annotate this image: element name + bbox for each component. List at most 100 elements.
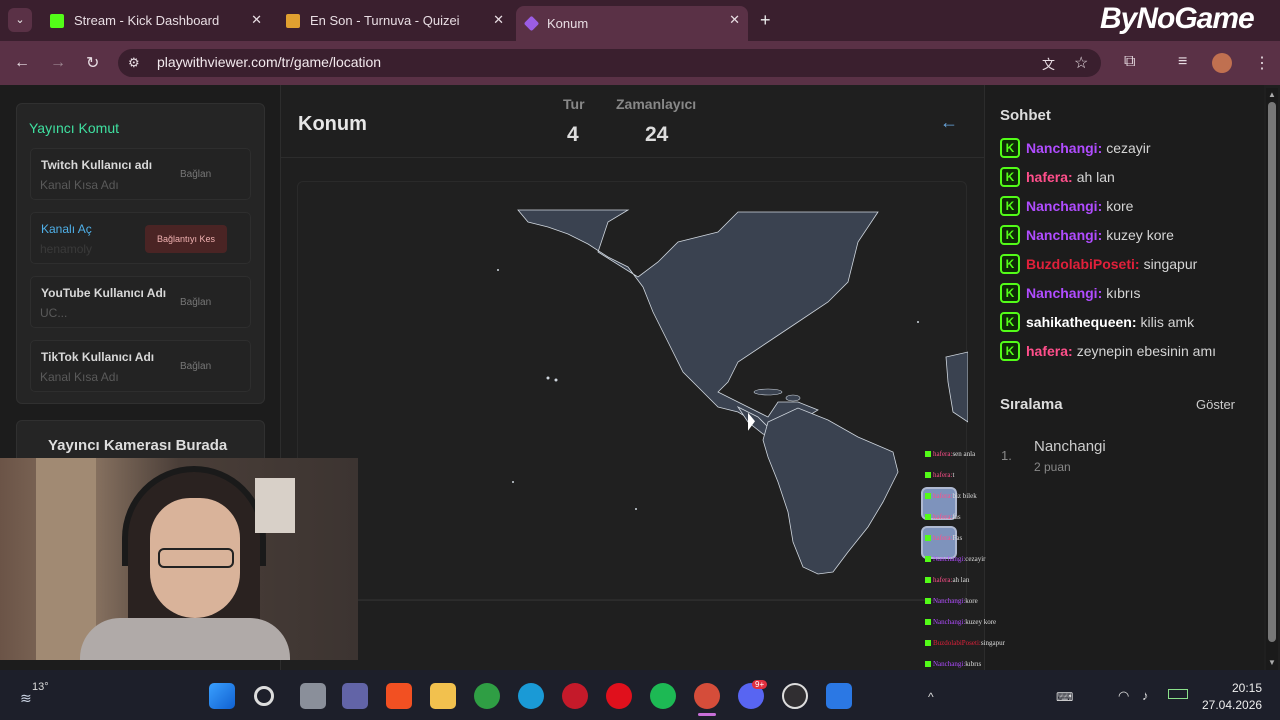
hawaii-island	[554, 378, 558, 382]
keyboard-icon[interactable]: ⌨	[1056, 690, 1073, 704]
hispaniola-shape	[785, 394, 801, 402]
overlay-chat-line: hafera: biz bilek	[925, 490, 977, 502]
chat-text: kuzey kore	[1106, 227, 1174, 243]
file-explorer-icon[interactable]	[430, 683, 456, 709]
chat-username[interactable]: BuzdolabiPoseti:	[1026, 256, 1140, 272]
tiktok-connect-button[interactable]: Bağlan	[180, 361, 211, 372]
page-scrollbar[interactable]: ▲ ▼	[1266, 88, 1278, 670]
ranking-show-button[interactable]: Göster	[1196, 397, 1235, 412]
kick-badge-icon	[925, 619, 931, 625]
chat-text: singapur	[1143, 256, 1198, 272]
new-tab-button[interactable]: +	[760, 10, 771, 31]
streamer-camera-title: Yayıncı Kamerası Burada	[48, 437, 228, 454]
chat-text: cezayir	[1106, 140, 1151, 156]
weather-icon[interactable]: ≋	[20, 690, 32, 707]
overlay-username: hafera:	[933, 534, 953, 542]
twitch-connect-button[interactable]: Bağlan	[180, 169, 211, 180]
tab-list-dropdown[interactable]: ⌄	[8, 8, 32, 32]
chat-username[interactable]: Nanchangi:	[1026, 285, 1102, 301]
media-controls-icon[interactable]: ≡	[1178, 53, 1187, 71]
clock-time[interactable]: 20:15	[1232, 681, 1262, 695]
weather-temp[interactable]: 13°	[32, 681, 49, 693]
tab-konum[interactable]: Konum ✕	[516, 6, 748, 41]
extensions-icon[interactable]: ⧉	[1124, 53, 1135, 71]
person-shirt	[80, 618, 290, 660]
url-text: playwithviewer.com/tr/game/location	[157, 54, 382, 70]
kick-badge-icon: K	[1000, 254, 1020, 274]
chat-username[interactable]: Nanchangi:	[1026, 227, 1102, 243]
tab-quizei[interactable]: En Son - Turnuva - Quizei ✕	[276, 6, 512, 35]
disconnect-button[interactable]: Bağlantıyı Kes	[145, 225, 227, 253]
streamer-command-title: Yayıncı Komut	[29, 120, 120, 136]
volume-icon[interactable]: ♪	[1142, 688, 1149, 703]
overlay-chat-line: Nanchangi: kıbrıs	[925, 658, 981, 670]
obs-icon[interactable]	[782, 683, 808, 709]
twitch-connect-item: Twitch Kullanıcı adı Kanal Kısa Adı Bağl…	[30, 148, 251, 200]
start-icon[interactable]	[209, 683, 235, 709]
reload-icon[interactable]: ↻	[86, 53, 99, 73]
close-tab-icon[interactable]: ✕	[251, 12, 262, 28]
scroll-up-arrow[interactable]: ▲	[1268, 90, 1276, 99]
overlay-chat-line: hafera: fas	[925, 511, 961, 523]
kick-badge-icon	[925, 661, 931, 667]
menu-kebab-icon[interactable]: ⋮	[1254, 53, 1270, 73]
close-tab-icon[interactable]: ✕	[729, 12, 740, 28]
chat-username[interactable]: hafera:	[1026, 169, 1073, 185]
world-map[interactable]	[298, 182, 968, 601]
overlay-text: ah lan	[952, 576, 970, 584]
site-info-icon[interactable]: ⚙	[128, 55, 140, 71]
task-view-icon[interactable]	[300, 683, 326, 709]
back-icon[interactable]: ←	[14, 54, 30, 72]
overlay-text: biz bilek	[952, 492, 977, 500]
opera-icon[interactable]	[606, 683, 632, 709]
chrome-icon[interactable]	[474, 683, 500, 709]
scroll-down-arrow[interactable]: ▼	[1268, 658, 1276, 667]
kick-badge-icon	[925, 535, 931, 541]
close-tab-icon[interactable]: ✕	[493, 12, 504, 28]
map-container[interactable]	[297, 181, 968, 601]
media-player-icon[interactable]	[562, 683, 588, 709]
chat-username[interactable]: sahikathequeen:	[1026, 314, 1136, 330]
youtube-channel-input[interactable]: UC...	[40, 306, 67, 320]
twitch-channel-input[interactable]: Kanal Kısa Adı	[40, 178, 119, 192]
app-icon[interactable]	[826, 683, 852, 709]
chat-username[interactable]: Nanchangi:	[1026, 198, 1102, 214]
bookmark-star-icon[interactable]: ☆	[1074, 53, 1088, 73]
scrollbar-thumb[interactable]	[1268, 102, 1276, 642]
kick-label: Kanalı Aç	[41, 222, 92, 236]
kick-badge-icon	[925, 598, 931, 604]
tiktok-connect-item: TikTok Kullanıcı Adı Kanal Kısa Adı Bağl…	[30, 340, 251, 392]
forward-icon[interactable]: →	[50, 54, 66, 72]
battery-icon[interactable]	[1168, 689, 1188, 699]
clock-date[interactable]: 27.04.2026	[1202, 698, 1262, 712]
tray-chevron-icon[interactable]: ^	[928, 690, 934, 704]
tab-kick-dashboard[interactable]: Stream - Kick Dashboard ✕	[40, 6, 270, 35]
kick-badge-icon	[925, 577, 931, 583]
chat-text: kilis amk	[1140, 314, 1195, 330]
south-america-shape	[762, 407, 899, 575]
profile-avatar[interactable]	[1212, 53, 1232, 73]
translate-icon[interactable]: 文	[1042, 54, 1055, 73]
chat-text: kore	[1106, 198, 1134, 214]
cuba-shape	[753, 388, 783, 396]
spotify-icon[interactable]	[650, 683, 676, 709]
wifi-icon[interactable]: ◠	[1118, 688, 1129, 704]
teams-icon[interactable]	[342, 683, 368, 709]
search-icon[interactable]	[254, 686, 274, 706]
poster	[255, 478, 295, 533]
overlay-username: hafera:	[933, 513, 953, 521]
tiktok-channel-input[interactable]: Kanal Kısa Adı	[40, 370, 119, 384]
kick-channel-input[interactable]: henamoly	[40, 242, 92, 256]
chat-username[interactable]: Nanchangi:	[1026, 140, 1102, 156]
mouse-cursor-icon	[748, 412, 755, 434]
youtube-label: YouTube Kullanıcı Adı	[41, 286, 167, 300]
edge-icon[interactable]	[518, 683, 544, 709]
overlay-text: singapur	[980, 639, 1005, 647]
back-arrow-icon[interactable]: ←	[940, 112, 958, 133]
kick-badge-icon: K	[1000, 341, 1020, 361]
chat-message: K BuzdolabiPoseti: singapur	[1000, 253, 1197, 275]
youtube-connect-button[interactable]: Bağlan	[180, 297, 211, 308]
chrome-profile-icon[interactable]	[694, 683, 720, 709]
store-icon[interactable]	[386, 683, 412, 709]
chat-username[interactable]: hafera:	[1026, 343, 1073, 359]
